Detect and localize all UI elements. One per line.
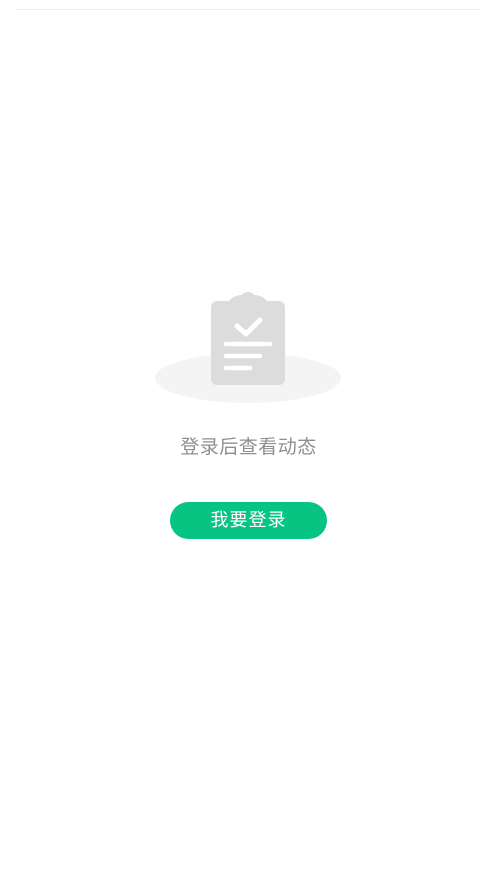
empty-state-message: 登录后查看动态 xyxy=(180,436,317,458)
screen: 登录后查看动态 我要登录 xyxy=(0,0,497,883)
empty-state-illustration xyxy=(150,285,347,410)
clipboard-check-icon xyxy=(155,292,341,403)
login-button[interactable]: 我要登录 xyxy=(170,502,327,539)
top-divider xyxy=(16,9,481,10)
